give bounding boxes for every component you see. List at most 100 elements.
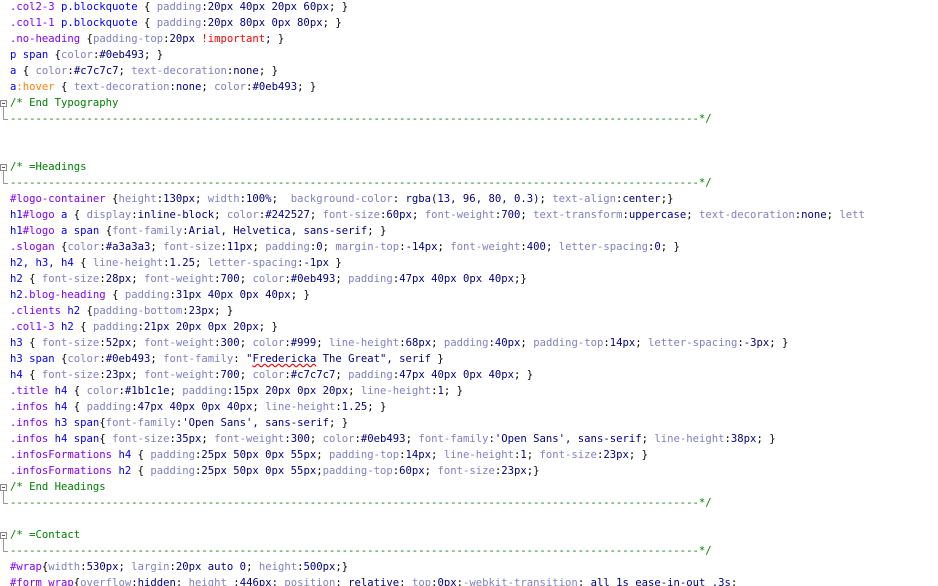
code-token: 15px 20px 0px 20px: [233, 385, 349, 397]
code-line[interactable]: .infosFormations h2 { padding:25px 50px …: [10, 463, 540, 479]
fold-toggle-icon[interactable]: [0, 484, 7, 491]
code-token: lett: [839, 209, 865, 221]
code-token: display: [86, 209, 132, 221]
code-token: h1: [10, 209, 23, 221]
code-line[interactable]: /* =Headings: [10, 159, 87, 175]
code-token: /* End Typography: [10, 97, 119, 109]
code-line[interactable]: a:hover { text-decoration:none; color:#0…: [10, 79, 316, 95]
code-line[interactable]: h3 span {color:#0eb493; font-family: "Fr…: [10, 351, 444, 367]
code-token: text-transform: [533, 209, 623, 221]
code-token: letter-spacing: [558, 241, 648, 253]
code-line[interactable]: .slogan {color:#a3a3a3; font-size:11px; …: [10, 239, 680, 255]
code-line[interactable]: ----------------------------------------…: [10, 495, 712, 511]
code-line[interactable]: h2, h3, h4 { line-height:1.25; letter-sp…: [10, 255, 342, 271]
code-line[interactable]: #wrap{width:530px; largin:20px auto 0; h…: [10, 559, 348, 575]
code-token: 20px auto 0: [175, 561, 247, 573]
code-token: ;: [271, 577, 285, 586]
code-token: font-family: [112, 225, 183, 237]
code-token: color: [35, 65, 68, 77]
code-token: 400: [526, 241, 546, 253]
code-token: ;: [169, 385, 183, 397]
code-line[interactable]: .col1-3 h2 { padding:21px 20px 0px 20px;…: [10, 319, 278, 335]
code-token: font-weight: [143, 337, 215, 349]
fold-guide: [3, 539, 4, 551]
code-line[interactable]: .no-heading {padding-top:20px !important…: [10, 31, 284, 47]
code-token: ----------------------------------------…: [10, 177, 712, 189]
code-line[interactable]: h3 { font-size:52px; font-weight:300; co…: [10, 335, 788, 351]
code-token: font-family: [163, 353, 234, 365]
code-token: }: [328, 257, 342, 269]
code-token: Arial, Helvetica, sans-serif: [188, 225, 368, 237]
code-line[interactable]: /* End Headings: [10, 479, 106, 495]
code-line[interactable]: .col1-1 p.blockquote { padding:20px 80px…: [10, 15, 342, 31]
code-token: ; }: [443, 385, 463, 397]
fold-toggle-icon[interactable]: [0, 100, 7, 107]
code-token: ; }: [290, 289, 310, 301]
code-line[interactable]: .infos h4 span{ font-size:35px; font-wei…: [10, 431, 776, 447]
code-token: color: [86, 385, 119, 397]
code-line[interactable]: h1#logo a span {font-family:Arial, Helve…: [10, 223, 386, 239]
fold-guide-end: [3, 119, 8, 120]
code-token: ;: [252, 241, 266, 253]
code-line[interactable]: #logo-container {height:130px; width:100…: [10, 191, 673, 207]
code-line[interactable]: h1#logo a { display:inline-block; color:…: [10, 207, 865, 223]
code-token: font-size: [41, 369, 100, 381]
code-token: p.blockquote: [61, 1, 138, 13]
code-token: 60px: [399, 465, 425, 477]
code-token: !important: [201, 33, 266, 45]
code-token: ;: [641, 433, 655, 445]
code-token: }: [431, 353, 444, 365]
code-token: ;: [686, 209, 700, 221]
code-token: #242527: [265, 209, 310, 221]
code-token: 500px: [303, 561, 336, 573]
code-line[interactable]: /* =Contact: [10, 527, 80, 543]
code-line[interactable]: .title h4 { color:#1b1c1e; padding:15px …: [10, 383, 463, 399]
code-token: padding-top: [533, 337, 604, 349]
code-token: .infosFormations: [10, 449, 119, 461]
code-line[interactable]: .infos h3 span{font-family:'Open Sans', …: [10, 415, 348, 431]
code-line[interactable]: h4 { font-size:23px; font-weight:700; co…: [10, 367, 533, 383]
code-token: ;: [399, 577, 412, 586]
code-token: color: [67, 353, 100, 365]
code-line[interactable]: #form_wrap{overflow:hidden; height :446p…: [10, 575, 737, 586]
code-token: {: [137, 17, 157, 29]
code-token: ;: [195, 193, 208, 205]
code-token: largin: [131, 561, 170, 573]
code-line[interactable]: .clients h2 {padding-bottom:23px; }: [10, 303, 233, 319]
code-token: ;: [431, 337, 444, 349]
code-token: ;: [118, 561, 132, 573]
code-line[interactable]: h2.blog-heading { padding:31px 40px 0px …: [10, 287, 310, 303]
code-token: 530px: [86, 561, 119, 573]
code-line[interactable]: a { color:#c7c7c7; text-decoration:none;…: [10, 63, 278, 79]
code-token: The Great", serif: [316, 353, 432, 365]
code-line[interactable]: ----------------------------------------…: [10, 111, 712, 127]
code-token: .col1-1: [10, 17, 62, 29]
code-editor[interactable]: .col2-3 p.blockquote { padding: 20px 40px…: [0, 0, 938, 586]
code-line[interactable]: ----------------------------------------…: [10, 175, 712, 191]
code-token: 20px: [169, 33, 202, 45]
fold-guide: [3, 171, 4, 183]
code-token: ; }: [769, 337, 789, 349]
code-token: {: [54, 353, 68, 365]
code-token: 35px: [175, 433, 202, 445]
code-token: width: [207, 193, 240, 205]
fold-toggle-icon[interactable]: [0, 532, 7, 539]
code-line[interactable]: .col2-3 p.blockquote { padding:20px 40px…: [10, 0, 348, 15]
fold-guide-end: [3, 503, 8, 504]
code-token: font-weight: [450, 241, 521, 253]
code-token: ;: [424, 465, 438, 477]
code-token: a: [54, 209, 68, 221]
code-token: ; }: [328, 1, 349, 13]
code-line[interactable]: .infosFormations h4 { padding:25px 50px …: [10, 447, 648, 463]
code-line[interactable]: h2 { font-size:28px; font-weight:700; co…: [10, 271, 527, 287]
code-line[interactable]: /* End Typography: [10, 95, 118, 111]
code-line[interactable]: ----------------------------------------…: [10, 543, 712, 559]
fold-guide-end: [3, 183, 8, 184]
code-token: ;: [335, 369, 349, 381]
fold-toggle-icon[interactable]: [0, 164, 7, 171]
code-token: ;: [539, 193, 553, 205]
code-line[interactable]: .infos h4 { padding:47px 40px 0px 40px; …: [10, 399, 386, 415]
code-token: text-align: [552, 193, 617, 205]
code-token: ;: [411, 209, 425, 221]
code-line[interactable]: p span {color:#0eb493; }: [10, 47, 163, 63]
